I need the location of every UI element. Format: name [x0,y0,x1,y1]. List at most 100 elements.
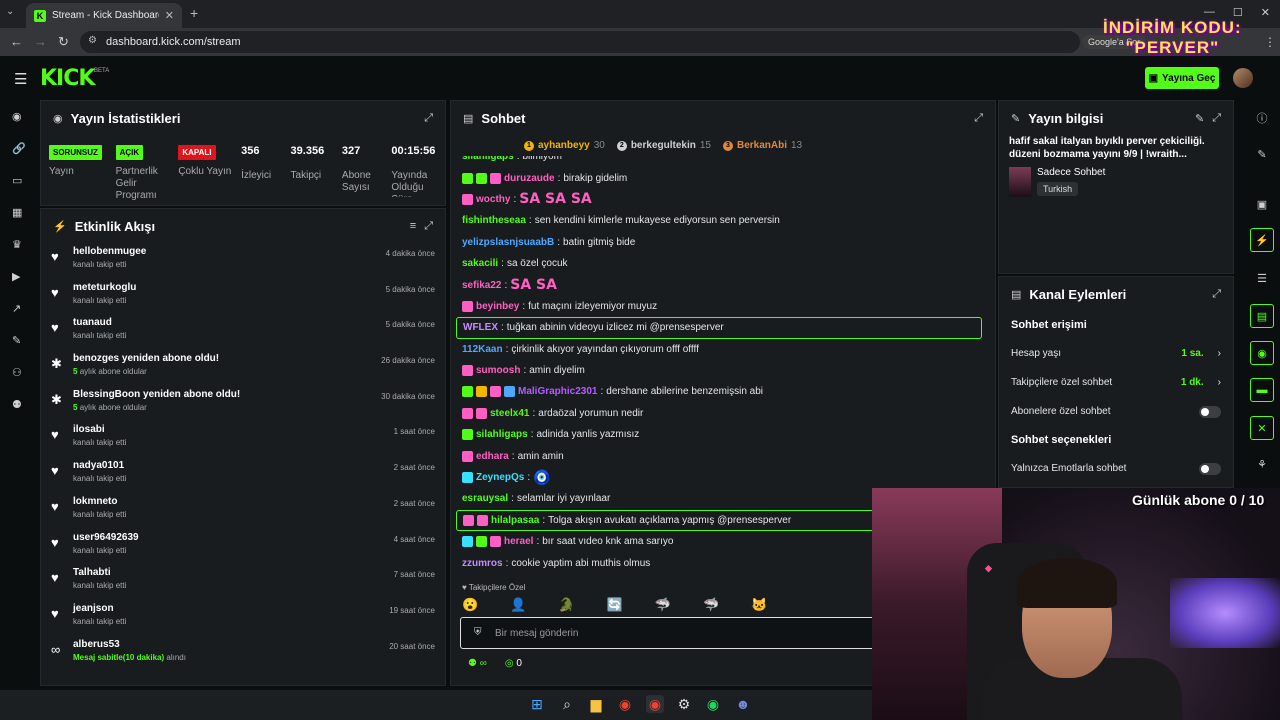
link-icon[interactable]: 🔗 [12,142,26,155]
kick-logo[interactable]: KICK [40,66,95,91]
chat-message[interactable]: ZeynepQs: 🧿 [450,467,996,488]
activity-item[interactable]: ♥ tuanaud kanalı takip etti 5 dakika önc… [51,314,435,350]
forward-icon[interactable]: → [34,34,47,49]
chat-username[interactable]: beyinbey [476,301,519,312]
search-icon[interactable]: ⌕ [558,695,576,713]
chat-username[interactable]: herael [504,536,533,547]
activity-item[interactable]: ♥ ilosabi kanalı takip etti 1 saat önce [51,421,435,457]
chat-username[interactable]: yelizpslasnjsuaabB [462,237,554,248]
tools-icon[interactable]: ✎ [12,334,21,347]
file-explorer-icon[interactable]: ▆ [587,695,605,713]
chat-username[interactable]: steelx41 [490,408,529,419]
chat-message[interactable]: edhara: amin amin [450,445,996,466]
chat-message[interactable]: yelizpslasnjsuaabB: batin gitmiş bide [450,232,996,253]
close-tab-icon[interactable]: ✕ [165,9,174,22]
lightning-icon[interactable]: ⚡ [1250,228,1274,252]
info-icon[interactable]: ⓘ [1250,106,1274,130]
activity-item[interactable]: ♥ hellobenmugee kanalı takip etti 4 daki… [51,243,435,279]
card-icon[interactable]: ▬ [1250,378,1274,402]
activity-item[interactable]: ♥ meteturkoglu kanalı takip etti 5 dakik… [51,279,435,315]
chat-message[interactable]: wocthy: SA SA SA [450,189,996,210]
top-chatter[interactable]: 1 ayhanbeyy 30 [524,140,605,151]
filter-icon[interactable]: ≡ [410,220,416,232]
library-icon[interactable]: ▦ [12,206,22,219]
expand-icon[interactable]: ⤢ [424,112,433,125]
chat-username[interactable]: esrauysal [462,493,508,504]
chat-username[interactable]: fishintheseaa [462,215,526,226]
chat-username[interactable]: hilalpasaa [491,515,539,526]
top-chatter[interactable]: 2 berkegultekin 15 [616,140,711,151]
chat-message[interactable]: beyinbey: fut maçını izleyemiyor muyuz [450,296,996,317]
chat-message[interactable]: duruzaude: birakip gidelim [450,167,996,188]
activity-item[interactable]: ♥ nadya0101 kanalı takip etti 2 saat önc… [51,457,435,493]
activity-item[interactable]: ∞ alberus53 Mesaj sabitle(10 dakika) alı… [51,636,435,672]
activity-item[interactable]: ♥ jeanjson kanalı takip etti 19 saat önc… [51,600,435,636]
share-icon[interactable]: ⚘ [1250,452,1274,476]
chat-username[interactable]: duruzaude [504,173,555,184]
chat-username[interactable]: sefika22 [462,280,501,291]
window-icon[interactable]: ▭ [12,174,22,187]
chat-username[interactable]: edhara [476,451,509,462]
emote-icon[interactable]: 👤 [510,597,526,613]
points-display[interactable]: ◎ 0 [505,658,522,669]
expand-icon[interactable]: ⤢ [1212,112,1221,125]
emote-icon[interactable]: 🦈 [655,597,671,613]
chat-message[interactable]: sefika22: SA SA [450,274,996,295]
media-icon[interactable]: ▣ [1250,192,1274,216]
activity-item[interactable]: ♥ lokmneto kanalı takip etti 2 saat önce [51,493,435,529]
close-window-icon[interactable]: ✕ [1261,6,1270,19]
emote-icon[interactable]: 😮 [462,597,478,613]
windows-start-icon[interactable]: ⊞ [528,695,546,713]
chat-username[interactable]: wocthy [476,194,510,205]
community-icon[interactable]: ⚇ [12,366,22,379]
analytics-icon[interactable]: ↗ [12,302,21,315]
emote-icon[interactable]: 🐊 [558,597,574,613]
chrome-active-icon[interactable]: ◉ [646,695,664,713]
app-icon[interactable]: ⚙ [675,695,693,713]
discord-icon[interactable]: ☻ [734,695,752,713]
chat-message[interactable]: steelx41: ardaözal yorumun nedir [450,403,996,424]
chat-message[interactable]: fishintheseaa: sen kendini kimlerle muka… [450,210,996,231]
record-icon[interactable]: ◉ [1250,341,1274,365]
reload-icon[interactable]: ↻ [58,34,69,50]
go-live-button[interactable]: ▣ Yayına Geç [1145,67,1219,89]
edit-icon[interactable]: ✎ [1195,112,1204,125]
chat-message[interactable]: MaliGraphic2301: dershane abilerine benz… [450,381,996,402]
chat-message[interactable]: silahligaps: bilmiyom [450,156,996,167]
people-icon[interactable]: ⚉ ∞ [468,658,487,669]
chat-message[interactable]: 112Kaan: çirkinlik akıyor yayından çıkıy… [450,339,996,360]
site-info-icon[interactable]: ⚙ [88,35,97,46]
expand-icon[interactable]: ⤢ [1212,288,1221,301]
chat-username[interactable]: 112Kaan [462,344,503,355]
spotify-icon[interactable]: ◉ [704,695,722,713]
chrome-icon[interactable]: ◉ [616,695,634,713]
url-field[interactable]: ⚙ dashboard.kick.com/stream [80,31,1080,53]
chat-username[interactable]: WFLEX [463,322,498,333]
emote-only-toggle[interactable] [1199,462,1221,475]
chat-message[interactable]: silahligaps: adinida yanlis yazmısız [450,424,996,445]
bot-icon[interactable]: ⚉ [12,398,22,411]
video-icon[interactable]: ▶ [12,270,20,283]
emote-icon[interactable]: 🦈 [703,597,719,613]
chat-username[interactable]: sakacili [462,258,498,269]
chat-input[interactable]: ⛨ Bir mesaj gönderin [460,617,880,649]
chat-message[interactable]: sakacili: sa özel çocuk [450,253,996,274]
browser-menu-icon[interactable]: ⋮ [1264,35,1276,49]
activity-item[interactable]: ♥ user96492639 kanalı takip etti 4 saat … [51,529,435,565]
expand-icon[interactable]: ⤢ [424,220,433,233]
expand-icon[interactable]: ⤢ [974,112,983,125]
chat-message[interactable]: WFLEX: tuğkan abinin videoyu izlicez mi … [456,317,982,339]
activity-item[interactable]: ✱ BlessingBoon yeniden abone oldu! 5 ayl… [51,386,435,422]
list-icon[interactable]: ☰ [1250,266,1274,290]
emote-icon[interactable]: 🐱 [751,597,767,613]
hamburger-menu-icon[interactable]: ☰ [14,70,27,88]
emote-icon[interactable]: 🔄 [607,597,623,613]
browser-tab[interactable]: K Stream - Kick Dashboard ✕ [26,3,182,28]
followers-chat-row[interactable]: Takipçilere özel sohbet 1 dk. › [999,368,1233,397]
back-icon[interactable]: ← [10,34,23,49]
wrench-icon[interactable]: ✕ [1250,416,1274,440]
chat-username[interactable]: silahligaps [476,429,528,440]
account-age-row[interactable]: Hesap yaşı 1 sa. › [999,339,1233,368]
chat-username[interactable]: silahligaps [462,156,514,162]
chat-username[interactable]: MaliGraphic2301 [518,386,597,397]
